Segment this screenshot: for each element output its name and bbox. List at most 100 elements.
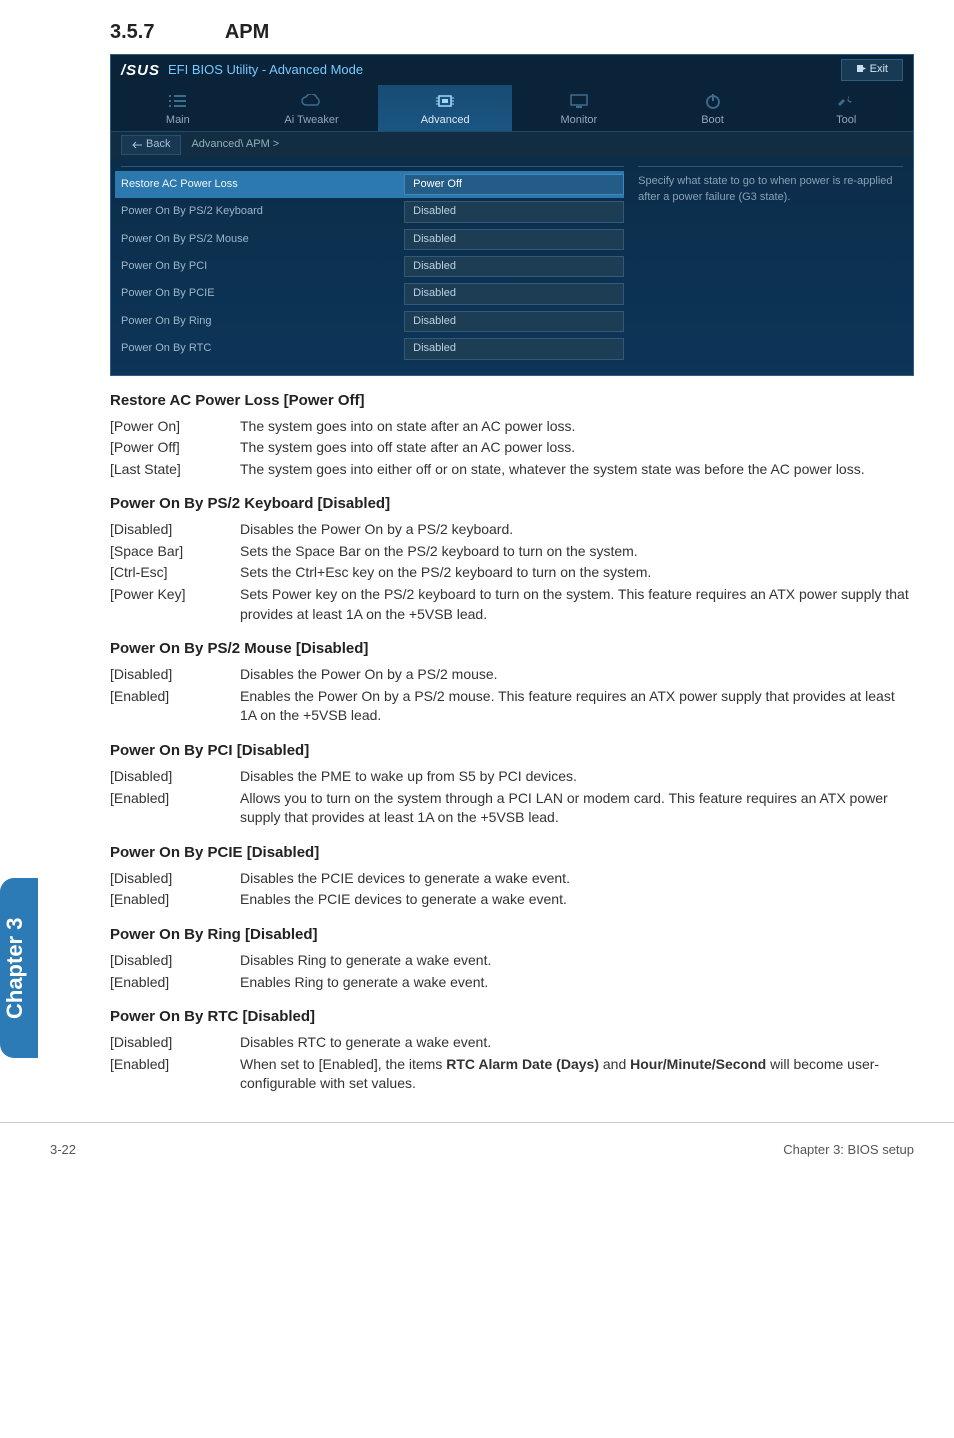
option-row: [Disabled]Disables the PCIE devices to g… — [110, 869, 914, 889]
back-arrow-icon — [132, 141, 142, 149]
option-value: When set to [Enabled], the items RTC Ala… — [240, 1055, 914, 1094]
setting-power-on-pci[interactable]: Power On By PCI Disabled — [121, 253, 624, 280]
back-label: Back — [146, 137, 170, 152]
option-row: [Enabled]Enables the Power On by a PS/2 … — [110, 687, 914, 726]
subheading-pci: Power On By PCI [Disabled] — [110, 740, 914, 761]
exit-button[interactable]: Exit — [841, 59, 903, 80]
back-button[interactable]: Back — [121, 135, 181, 154]
bios-window-title: EFI BIOS Utility - Advanced Mode — [168, 61, 363, 79]
setting-power-on-ps2-mouse[interactable]: Power On By PS/2 Mouse Disabled — [121, 226, 624, 253]
bios-screenshot: /SUS EFI BIOS Utility - Advanced Mode Ex… — [110, 54, 914, 376]
option-row: [Ctrl-Esc]Sets the Ctrl+Esc key on the P… — [110, 563, 914, 583]
option-key: [Power Key] — [110, 585, 240, 624]
option-key: [Power Off] — [110, 438, 240, 458]
option-key: [Power On] — [110, 417, 240, 437]
page-footer: 3-22 Chapter 3: BIOS setup — [0, 1122, 954, 1159]
setting-power-on-rtc[interactable]: Power On By RTC Disabled — [121, 335, 624, 362]
option-key: [Enabled] — [110, 687, 240, 726]
option-key: [Enabled] — [110, 890, 240, 910]
setting-label: Power On By PCIE — [121, 286, 404, 301]
option-value: Disables RTC to generate a wake event. — [240, 1033, 914, 1053]
option-value: Sets the Ctrl+Esc key on the PS/2 keyboa… — [240, 563, 914, 583]
setting-label: Power On By Ring — [121, 314, 404, 329]
subheading-ps2-keyboard: Power On By PS/2 Keyboard [Disabled] — [110, 493, 914, 514]
tab-boot[interactable]: Boot — [646, 85, 780, 131]
setting-power-on-pcie[interactable]: Power On By PCIE Disabled — [121, 280, 624, 307]
setting-restore-ac-power-loss[interactable]: Restore AC Power Loss Power Off — [115, 171, 624, 198]
monitor-icon — [512, 91, 646, 111]
chapter-side-tab: Chapter 3 — [0, 878, 38, 1058]
option-key: [Enabled] — [110, 973, 240, 993]
option-row: [Power Off]The system goes into off stat… — [110, 438, 914, 458]
footer-page-number: 3-22 — [50, 1141, 76, 1159]
asus-logo: /SUS — [121, 60, 160, 81]
option-row: [Power Key]Sets Power key on the PS/2 ke… — [110, 585, 914, 624]
rtc-enabled-pre: When set to [Enabled], the items — [240, 1056, 446, 1072]
tab-main[interactable]: Main — [111, 85, 245, 131]
option-value: The system goes into either off or on st… — [240, 460, 914, 480]
tab-label: Ai Tweaker — [245, 113, 379, 128]
rtc-enabled-b1: RTC Alarm Date (Days) — [446, 1056, 599, 1072]
setting-value[interactable]: Disabled — [404, 311, 624, 332]
option-key: [Disabled] — [110, 520, 240, 540]
option-row: [Enabled]Enables Ring to generate a wake… — [110, 973, 914, 993]
option-value: Disables the PME to wake up from S5 by P… — [240, 767, 914, 787]
rtc-enabled-mid: and — [599, 1056, 630, 1072]
setting-value[interactable]: Disabled — [404, 256, 624, 277]
option-row: [Enabled] When set to [Enabled], the ite… — [110, 1055, 914, 1094]
setting-value[interactable]: Disabled — [404, 201, 624, 222]
setting-value[interactable]: Disabled — [404, 338, 624, 359]
option-row: [Enabled]Enables the PCIE devices to gen… — [110, 890, 914, 910]
option-key: [Disabled] — [110, 665, 240, 685]
option-value: Disables Ring to generate a wake event. — [240, 951, 914, 971]
tab-ai-tweaker[interactable]: Ai Tweaker — [245, 85, 379, 131]
option-row: [Disabled]Disables the Power On by a PS/… — [110, 665, 914, 685]
setting-label: Power On By PCI — [121, 259, 404, 274]
chip-icon — [378, 91, 512, 111]
option-row: [Disabled]Disables the PME to wake up fr… — [110, 767, 914, 787]
option-key: [Last State] — [110, 460, 240, 480]
setting-label: Power On By PS/2 Mouse — [121, 232, 404, 247]
heading-title: APM — [225, 21, 269, 43]
option-value: Allows you to turn on the system through… — [240, 789, 914, 828]
rtc-enabled-b2: Hour/Minute/Second — [630, 1056, 766, 1072]
subheading-ring: Power On By Ring [Disabled] — [110, 924, 914, 945]
tab-label: Monitor — [512, 113, 646, 128]
option-value: Enables the Power On by a PS/2 mouse. Th… — [240, 687, 914, 726]
subheading-restore-ac: Restore AC Power Loss [Power Off] — [110, 390, 914, 411]
tab-label: Advanced — [378, 113, 512, 128]
tab-label: Main — [111, 113, 245, 128]
option-key: [Disabled] — [110, 767, 240, 787]
setting-value[interactable]: Power Off — [404, 174, 624, 195]
section-heading: 3.5.7 APM — [110, 18, 914, 46]
breadcrumb-path: Advanced\ APM > — [191, 137, 279, 152]
tab-monitor[interactable]: Monitor — [512, 85, 646, 131]
subheading-ps2-mouse: Power On By PS/2 Mouse [Disabled] — [110, 638, 914, 659]
option-value: Enables the PCIE devices to generate a w… — [240, 890, 914, 910]
exit-icon — [856, 65, 866, 75]
setting-label: Restore AC Power Loss — [121, 177, 404, 192]
tab-tool[interactable]: Tool — [779, 85, 913, 131]
option-row: [Disabled]Disables RTC to generate a wak… — [110, 1033, 914, 1053]
setting-value[interactable]: Disabled — [404, 283, 624, 304]
setting-power-on-ring[interactable]: Power On By Ring Disabled — [121, 308, 624, 335]
option-value: Enables Ring to generate a wake event. — [240, 973, 914, 993]
option-row: [Disabled]Disables the Power On by a PS/… — [110, 520, 914, 540]
option-row: [Enabled]Allows you to turn on the syste… — [110, 789, 914, 828]
tab-advanced[interactable]: Advanced — [378, 85, 512, 131]
setting-power-on-ps2-keyboard[interactable]: Power On By PS/2 Keyboard Disabled — [121, 198, 624, 225]
tab-label: Tool — [779, 113, 913, 128]
heading-number: 3.5.7 — [110, 18, 220, 46]
setting-label: Power On By PS/2 Keyboard — [121, 204, 404, 219]
option-value: The system goes into on state after an A… — [240, 417, 914, 437]
option-key: [Disabled] — [110, 951, 240, 971]
tab-label: Boot — [646, 113, 780, 128]
setting-value[interactable]: Disabled — [404, 229, 624, 250]
footer-chapter-title: Chapter 3: BIOS setup — [783, 1141, 914, 1159]
option-key: [Enabled] — [110, 1055, 240, 1094]
option-value: Sets Power key on the PS/2 keyboard to t… — [240, 585, 914, 624]
subheading-rtc: Power On By RTC [Disabled] — [110, 1006, 914, 1027]
option-value: Disables the Power On by a PS/2 keyboard… — [240, 520, 914, 540]
option-row: [Disabled]Disables Ring to generate a wa… — [110, 951, 914, 971]
bios-header: /SUS EFI BIOS Utility - Advanced Mode Ex… — [111, 55, 913, 85]
